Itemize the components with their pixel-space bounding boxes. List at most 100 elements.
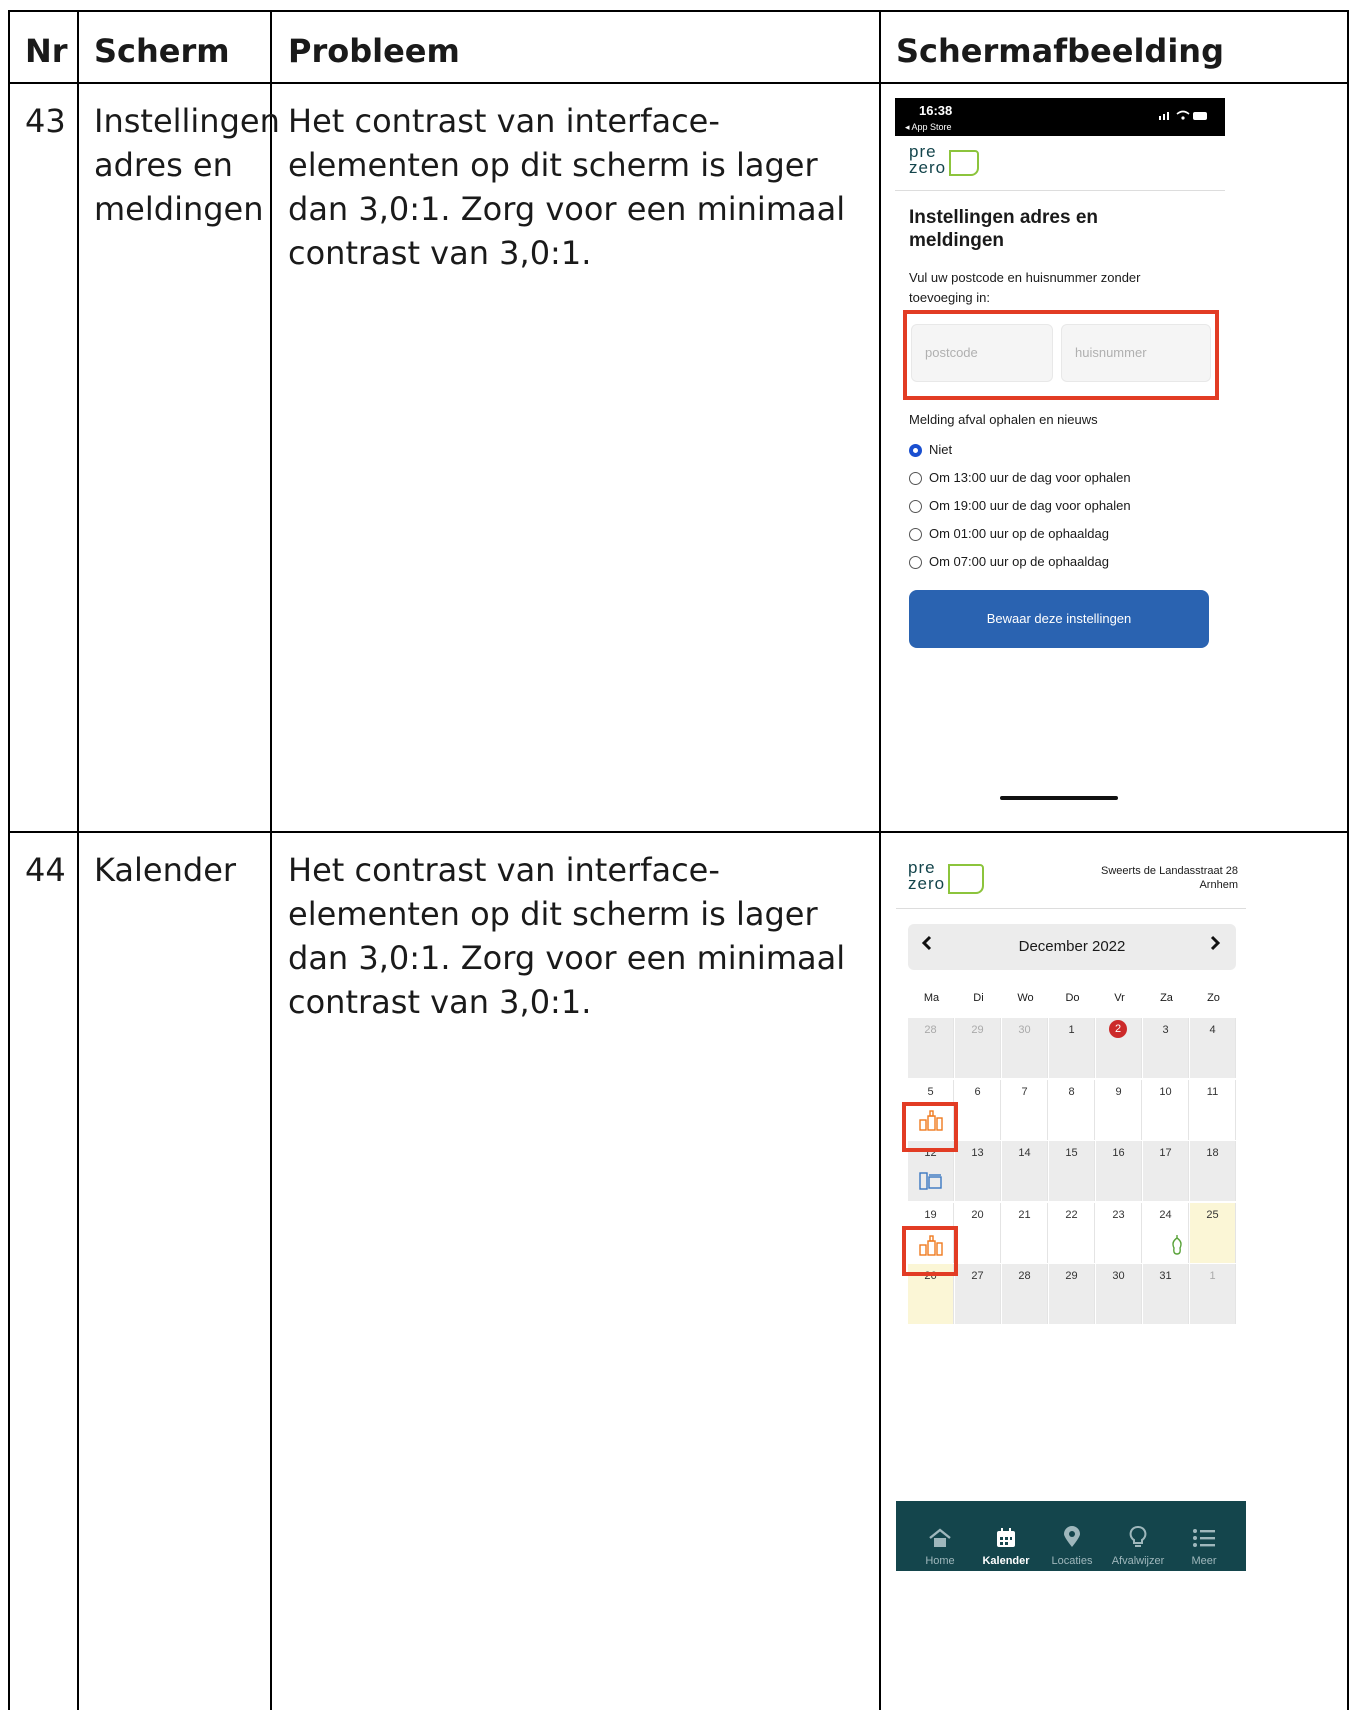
calendar-day[interactable]: 6 xyxy=(955,1079,1001,1140)
calendar-day[interactable]: 8 xyxy=(1049,1079,1095,1140)
save-settings-button[interactable]: Bewaar deze instellingen xyxy=(909,590,1209,648)
calendar-day[interactable]: 11 xyxy=(1190,1079,1236,1140)
calendar-day[interactable]: 13 xyxy=(955,1141,1001,1201)
organic-waste-icon xyxy=(1169,1234,1185,1261)
radio-button[interactable] xyxy=(909,500,922,513)
row-probleem: Het contrast van interface-elementen op … xyxy=(288,102,846,272)
calendar-day-today[interactable]: 2 xyxy=(1096,1018,1142,1078)
nav-item-kalender[interactable]: Kalender xyxy=(974,1527,1038,1567)
app-header: pre zero Sweerts de Landasstraat 28 Arnh… xyxy=(896,848,1246,909)
row-scherm: Instellingen adres en meldingen xyxy=(94,102,280,228)
weekday-label: Vr xyxy=(1114,992,1125,1004)
day-number: 18 xyxy=(1206,1147,1219,1159)
address-street: Sweerts de Landasstraat 28 xyxy=(1101,865,1238,877)
nav-item-afvalwijzer[interactable]: Afvalwijzer xyxy=(1106,1525,1170,1567)
calendar-day[interactable]: 20 xyxy=(955,1202,1001,1263)
back-to-app-store-link[interactable]: ◂ App Store xyxy=(905,122,952,133)
calendar-day[interactable]: 21 xyxy=(1002,1202,1048,1263)
radio-button[interactable] xyxy=(909,444,922,457)
logo-mark xyxy=(949,150,979,176)
status-time: 16:38 xyxy=(919,103,953,118)
postcode-placeholder: postcode xyxy=(925,345,978,360)
calendar-day[interactable]: 30 xyxy=(1002,1018,1048,1078)
calendar-day[interactable]: 27 xyxy=(955,1264,1001,1324)
radio-button[interactable] xyxy=(909,472,922,485)
table-divider xyxy=(270,10,272,1710)
address-city: Arnhem xyxy=(1199,879,1238,891)
table-border-top xyxy=(8,10,1349,12)
melding-label: Melding afval ophalen en nieuws xyxy=(909,412,1098,427)
paper-bin-icon xyxy=(918,1171,944,1196)
calendar-icon xyxy=(974,1527,1038,1555)
calendar-day[interactable]: 18 xyxy=(1190,1141,1236,1201)
weekday-label: Zo xyxy=(1207,992,1220,1004)
day-number: 20 xyxy=(971,1208,984,1221)
day-number: 4 xyxy=(1209,1024,1216,1036)
postcode-input[interactable]: postcode xyxy=(911,324,1053,382)
calendar-day[interactable]: 29 xyxy=(1049,1264,1095,1324)
calendar-day[interactable]: 29 xyxy=(955,1018,1001,1078)
calendar-day[interactable]: 17 xyxy=(1143,1141,1189,1201)
nav-item-home[interactable]: Home xyxy=(908,1527,972,1567)
calendar-day[interactable]: 4 xyxy=(1190,1018,1236,1078)
month-label: December 2022 xyxy=(1018,938,1126,955)
nav-label: Locaties xyxy=(1051,1555,1093,1567)
calendar-day[interactable]: 10 xyxy=(1143,1079,1189,1140)
table: Nr Scherm Probleem Schermafbeelding 43 I… xyxy=(8,10,1349,1710)
day-number: 25 xyxy=(1206,1208,1219,1221)
radio-label: Niet xyxy=(929,442,953,457)
nav-item-locaties[interactable]: Locaties xyxy=(1040,1525,1104,1567)
calendar-day[interactable]: 7 xyxy=(1002,1079,1048,1140)
day-number: 28 xyxy=(1018,1270,1031,1282)
weekday-label: Wo xyxy=(1017,992,1034,1004)
day-number: 30 xyxy=(1112,1270,1125,1282)
row-nr: 43 xyxy=(25,102,66,140)
highlight-box xyxy=(902,1226,958,1276)
calendar-day[interactable]: 3 xyxy=(1143,1018,1189,1078)
nav-item-meer[interactable]: Meer xyxy=(1172,1527,1236,1567)
day-number: 9 xyxy=(1115,1085,1122,1098)
day-number: 19 xyxy=(924,1208,937,1221)
list-icon xyxy=(1172,1527,1236,1555)
day-number: 24 xyxy=(1159,1208,1172,1221)
table-divider xyxy=(8,82,1349,84)
calendar-day[interactable]: 31 xyxy=(1143,1264,1189,1324)
calendar-day[interactable]: 9 xyxy=(1096,1079,1142,1140)
radio-button[interactable] xyxy=(909,528,922,541)
logo-mark xyxy=(948,864,984,894)
weekday-label: Do xyxy=(1065,992,1080,1004)
day-number: 15 xyxy=(1065,1147,1078,1159)
row-scherm: Kalender xyxy=(94,851,237,889)
screenshot-calendar: pre zero Sweerts de Landasstraat 28 Arnh… xyxy=(896,848,1246,1678)
radio-label: Om 07:00 uur op de ophaaldag xyxy=(929,554,1109,569)
day-number: 17 xyxy=(1159,1147,1172,1159)
signal-wifi-battery-icon xyxy=(1155,108,1211,125)
nav-label: Home xyxy=(925,1555,955,1567)
calendar-day[interactable]: 28 xyxy=(908,1018,954,1078)
day-number: 16 xyxy=(1112,1147,1125,1159)
calendar-day[interactable]: 16 xyxy=(1096,1141,1142,1201)
calendar-day[interactable]: 28 xyxy=(1002,1264,1048,1324)
calendar-day[interactable]: 30 xyxy=(1096,1264,1142,1324)
prezero-logo: pre zero xyxy=(909,143,979,176)
calendar-day[interactable]: 22 xyxy=(1049,1202,1095,1263)
header-schermafbeelding: Schermafbeelding xyxy=(896,32,1224,70)
huisnummer-input[interactable]: huisnummer xyxy=(1061,324,1211,382)
header-scherm: Scherm xyxy=(94,32,230,70)
calendar-day[interactable]: 14 xyxy=(1002,1141,1048,1201)
day-number: 27 xyxy=(971,1270,984,1282)
calendar-day[interactable]: 15 xyxy=(1049,1141,1095,1201)
radio-button[interactable] xyxy=(909,556,922,569)
day-number: 14 xyxy=(1018,1147,1031,1159)
screenshot-settings: 16:38 ◂ App Store pre zero Instellingen … xyxy=(895,98,1225,818)
home-icon xyxy=(908,1527,972,1555)
header-probleem: Probleem xyxy=(288,32,460,70)
nav-label: Kalender xyxy=(982,1555,1030,1567)
next-month-button[interactable] xyxy=(1208,934,1222,957)
calendar-day[interactable]: 1 xyxy=(1049,1018,1095,1078)
day-number: 21 xyxy=(1018,1208,1031,1221)
calendar-day[interactable]: 25 xyxy=(1190,1202,1236,1263)
radio-label: Om 19:00 uur de dag voor ophalen xyxy=(929,498,1131,513)
calendar-day[interactable]: 1 xyxy=(1190,1264,1236,1324)
calendar-day[interactable]: 23 xyxy=(1096,1202,1142,1263)
